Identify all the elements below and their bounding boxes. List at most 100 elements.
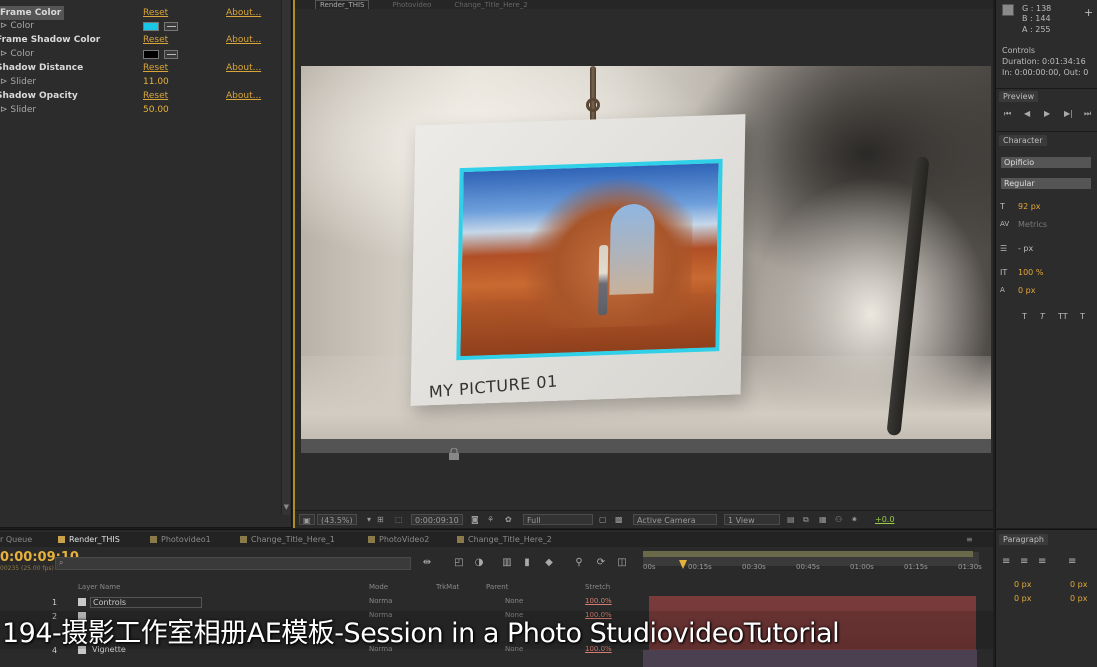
indent-right-value[interactable]: 0 px	[1070, 580, 1087, 589]
tab-render-queue[interactable]: r Queue	[0, 534, 32, 546]
work-area-bar[interactable]	[643, 551, 973, 557]
vertical-scale-value[interactable]: 100 %	[1018, 268, 1043, 277]
font-family-dropdown[interactable]: Opificio	[1001, 157, 1091, 168]
about-link[interactable]: About...	[226, 33, 261, 47]
tab-change-title-1[interactable]: Change_Title_Here_1	[240, 534, 335, 546]
prev-frame-icon[interactable]: ◀	[1024, 109, 1030, 118]
all-caps-button[interactable]: TT	[1058, 312, 1068, 321]
tab-preview[interactable]: Preview	[999, 91, 1039, 102]
tab-change-title-2[interactable]: Change_Title_Here_2	[457, 534, 552, 546]
align-center-icon[interactable]: ≡	[1020, 556, 1028, 567]
space-before-value[interactable]: 0 px	[1014, 594, 1031, 603]
scroll-down-icon[interactable]: ▼	[284, 503, 289, 511]
flowchart-icon[interactable]: ⚇	[835, 514, 842, 525]
viewer-tab-change-title[interactable]: Change_Title_Here_2	[454, 1, 527, 9]
layer-stretch[interactable]: 100.0%	[585, 597, 612, 605]
zoom-dropdown[interactable]: (43.5%)	[317, 514, 357, 525]
timeline-icon[interactable]: ▦	[819, 514, 827, 525]
play-icon[interactable]: ▶	[1044, 109, 1050, 118]
channel-icon[interactable]: ✿	[505, 514, 512, 525]
live-update-icon[interactable]: ⟳	[594, 556, 608, 570]
brainstorm-icon[interactable]: ◆	[542, 556, 556, 570]
current-time-field[interactable]: 0:00:09:10	[411, 514, 463, 525]
snapshot-icon[interactable]: ◙	[471, 514, 479, 525]
panel-menu-icon[interactable]: ≡	[966, 534, 973, 546]
tab-character[interactable]: Character	[999, 135, 1047, 146]
layer-search-input[interactable]: ⌕	[55, 557, 411, 570]
slider-value[interactable]: 11.00	[143, 75, 169, 89]
effects-scrollbar[interactable]	[281, 0, 290, 515]
dropdown-arrow-icon[interactable]: ▾	[367, 514, 371, 525]
reset-link[interactable]: Reset	[143, 61, 168, 75]
eyedropper-icon[interactable]	[164, 22, 178, 31]
show-snapshot-icon[interactable]: ⚘	[487, 514, 494, 525]
grid-icon[interactable]: ⊞	[377, 514, 384, 525]
layer-mode[interactable]: Norma	[369, 597, 392, 605]
lock-icon[interactable]	[447, 448, 461, 460]
comp-mini-flowchart-icon[interactable]: ⇹	[420, 556, 434, 570]
draft-3d-icon[interactable]: ◰	[452, 556, 466, 570]
layer-name[interactable]: Controls	[90, 597, 202, 608]
header-stretch[interactable]: Stretch	[585, 583, 610, 591]
effect-property-name[interactable]: Shadow Opacity	[0, 89, 78, 103]
header-trkmat[interactable]: TrkMat	[436, 583, 459, 591]
reset-link[interactable]: Reset	[143, 33, 168, 47]
frame-blending-icon[interactable]: ▥	[500, 556, 514, 570]
effect-property-row[interactable]: Frame Shadow Color Reset About...	[0, 33, 280, 47]
next-frame-icon[interactable]: ▶|	[1064, 109, 1073, 118]
reset-link[interactable]: Reset	[143, 6, 168, 20]
align-left-icon[interactable]: ≡	[1002, 556, 1010, 567]
first-frame-icon[interactable]: ⏮	[1004, 109, 1011, 119]
effect-property-row[interactable]: Shadow Distance Reset About...	[0, 61, 280, 75]
resolution-dropdown[interactable]: Full	[523, 514, 593, 525]
align-right-icon[interactable]: ≡	[1038, 556, 1046, 567]
effect-property-row[interactable]: Shadow Opacity Reset About...	[0, 89, 280, 103]
indent-left-value[interactable]: 0 px	[1014, 580, 1031, 589]
color-swatch[interactable]	[143, 50, 159, 59]
motion-blur-icon[interactable]: ▮	[520, 556, 534, 570]
keyframe-icon[interactable]: ◫	[615, 556, 629, 570]
justify-icon[interactable]: ≡	[1068, 556, 1076, 567]
tab-render-this[interactable]: Render_THIS	[58, 534, 120, 546]
effect-property-name[interactable]: Frame Shadow Color	[0, 33, 100, 47]
last-frame-icon[interactable]: ⏭	[1084, 109, 1091, 119]
about-link[interactable]: About...	[226, 89, 261, 103]
viewer-tab-render[interactable]: Render_THIS	[315, 0, 370, 9]
transparency-grid-icon[interactable]: ▩	[615, 514, 623, 525]
region-icon[interactable]: ▢	[599, 514, 607, 525]
header-mode[interactable]: Mode	[369, 583, 388, 591]
toggle-pixel-icon[interactable]: ▤	[787, 514, 795, 525]
effect-property-name[interactable]: Shadow Distance	[0, 61, 83, 75]
faux-italic-button[interactable]: T	[1040, 312, 1045, 321]
reset-link[interactable]: Reset	[143, 89, 168, 103]
tab-paragraph[interactable]: Paragraph	[999, 534, 1048, 545]
faux-bold-button[interactable]: T	[1022, 312, 1027, 321]
effect-subproperty-row[interactable]: ⊳ Color	[0, 19, 280, 33]
exposure-icon[interactable]: ✷	[851, 514, 858, 525]
layer-parent[interactable]: None	[505, 597, 523, 605]
about-link[interactable]: About...	[226, 61, 261, 75]
layer-label-color[interactable]	[78, 598, 86, 606]
font-size-value[interactable]: 92 px	[1018, 202, 1041, 211]
baseline-shift-value[interactable]: 0 px	[1018, 286, 1035, 295]
layer-duration-bar[interactable]	[643, 650, 977, 667]
small-caps-button[interactable]: T	[1080, 312, 1085, 321]
mask-icon[interactable]: ⬚	[395, 514, 403, 525]
always-preview-icon[interactable]: ▣	[299, 514, 315, 525]
eyedropper-icon[interactable]	[164, 50, 178, 59]
font-style-dropdown[interactable]: Regular	[1001, 178, 1091, 189]
effect-property-name[interactable]: Frame Color	[0, 6, 65, 20]
color-swatch[interactable]	[143, 22, 159, 31]
view-layout-dropdown[interactable]: 1 View	[724, 514, 780, 525]
header-parent[interactable]: Parent	[486, 583, 508, 591]
exposure-value[interactable]: +0.0	[875, 514, 894, 525]
viewer-tab-photovideo[interactable]: Photovideo	[392, 1, 431, 9]
header-layer-name[interactable]: Layer Name	[78, 583, 120, 591]
graph-editor-icon[interactable]: ⚲	[572, 556, 586, 570]
effect-subproperty-row[interactable]: ⊳ Slider 50.00	[0, 103, 280, 117]
hide-shy-icon[interactable]: ◑	[472, 556, 486, 570]
effect-subproperty-row[interactable]: ⊳ Slider 11.00	[0, 75, 280, 89]
tab-photovideo2[interactable]: PhotoVideo2	[368, 534, 429, 546]
leading-value[interactable]: - px	[1018, 244, 1033, 253]
slider-value[interactable]: 50.00	[143, 103, 169, 117]
